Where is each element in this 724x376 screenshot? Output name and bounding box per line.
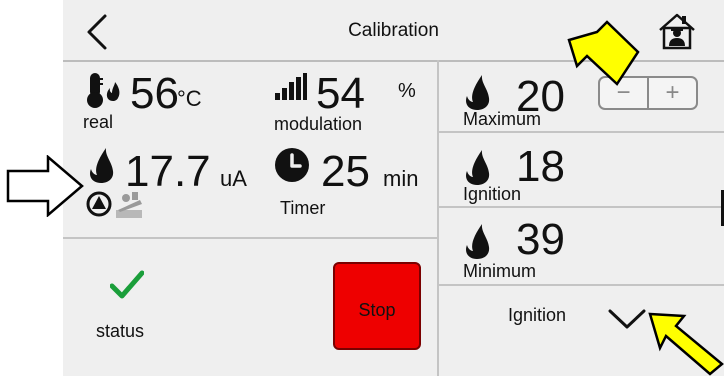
modulation-unit: % — [398, 80, 416, 102]
home-button[interactable] — [657, 12, 697, 50]
stop-button[interactable]: Stop — [333, 262, 421, 350]
highlight-arrow-bottom — [648, 312, 724, 376]
flame-icon-maximum — [466, 75, 490, 110]
thermometer-flame-icon — [87, 73, 120, 108]
flame-current-value: 17.7 — [125, 147, 211, 196]
ignition-value: 18 — [516, 142, 565, 191]
minimum-value: 39 — [516, 215, 565, 264]
mode-dropdown-value: Ignition — [508, 305, 567, 325]
timer-value: 25 — [321, 147, 370, 196]
timer-unit: min — [383, 166, 419, 191]
modulation-value: 54 — [316, 69, 365, 118]
temperature-value: 56 — [130, 69, 179, 118]
left-section-divider — [63, 237, 437, 239]
checkmark-icon — [110, 270, 144, 299]
right-divider-1 — [439, 131, 724, 133]
flame-icon-ignition — [466, 150, 490, 185]
chimney-sweep-icon — [116, 192, 142, 218]
minimum-label: Minimum — [463, 261, 537, 281]
flame-current-unit: uA — [220, 166, 247, 191]
timer-label: Timer — [280, 198, 326, 218]
temperature-label: real — [83, 112, 114, 132]
highlight-arrow-top — [567, 20, 640, 86]
home-user-icon — [659, 13, 695, 50]
flame-icon-minimum — [466, 224, 490, 259]
chevron-down-icon — [608, 309, 646, 329]
ignition-label: Ignition — [463, 184, 522, 204]
maximum-label: Maximum — [463, 109, 542, 129]
right-divider-2 — [439, 206, 724, 208]
flame-icon — [90, 148, 114, 183]
modulation-label: modulation — [274, 114, 363, 134]
signal-bars-icon — [275, 73, 307, 100]
temperature-unit: °C — [177, 86, 202, 111]
status-label: status — [96, 321, 145, 341]
outline-arrow-annotation — [6, 155, 84, 217]
pump-icon — [86, 191, 112, 217]
clock-icon — [275, 148, 309, 182]
increment-button[interactable]: + — [649, 78, 696, 108]
